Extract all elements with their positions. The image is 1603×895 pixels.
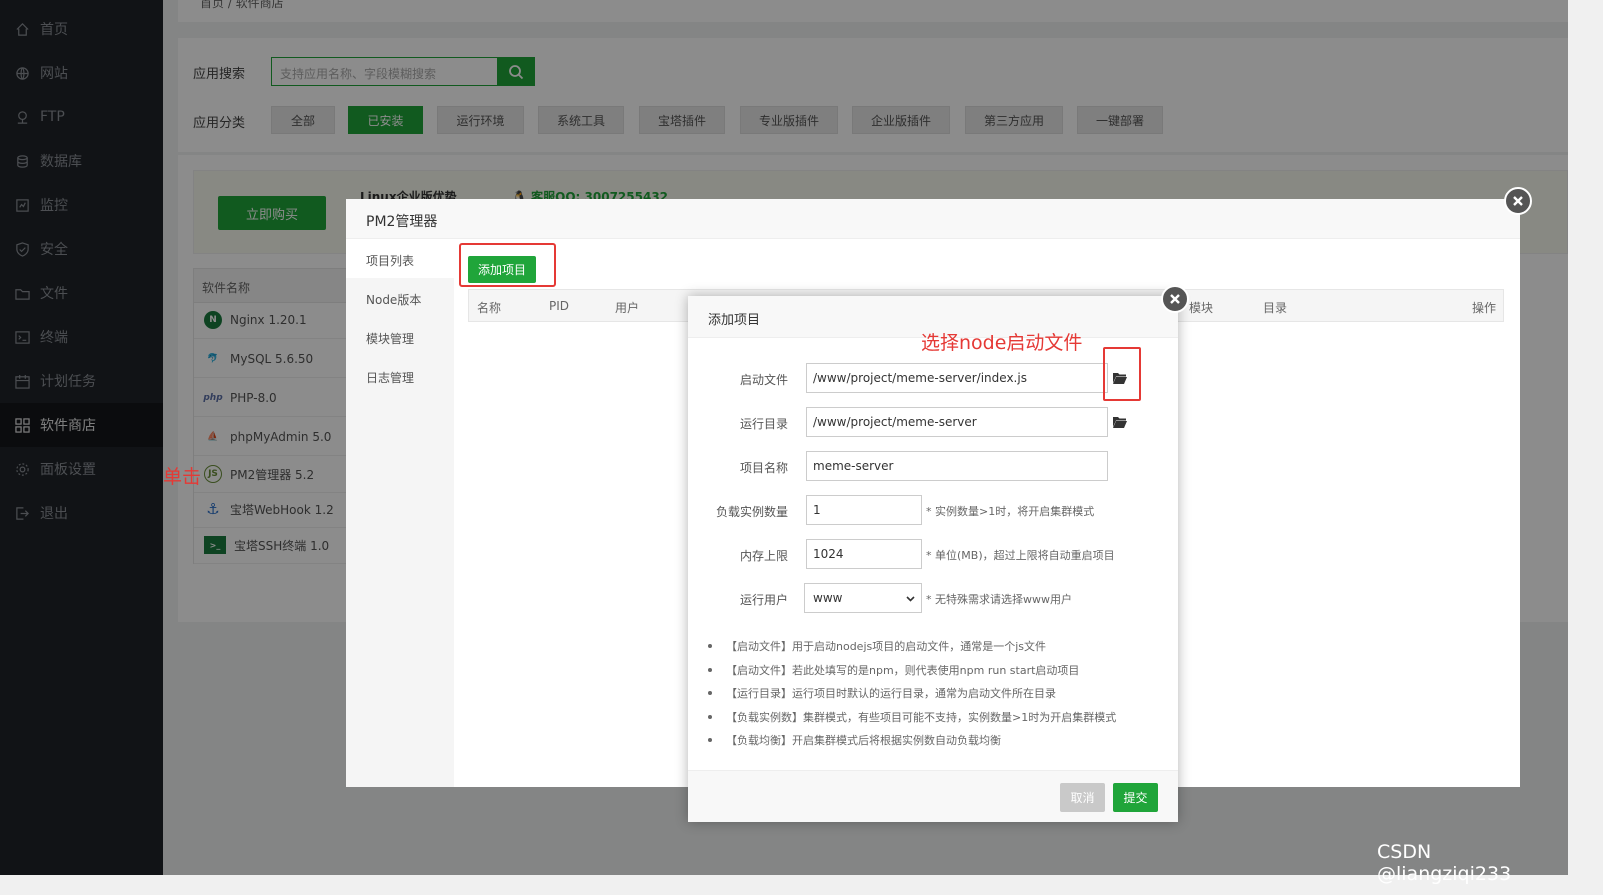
add-project-dialog: 添加项目 选择node启动文件 启动文件 /www/project/meme-s… bbox=[688, 296, 1178, 822]
column-name: 名称 bbox=[477, 301, 502, 315]
memory-input[interactable]: 1024 bbox=[806, 539, 922, 569]
chevron-down-icon bbox=[906, 596, 915, 602]
annotation-select-file: 选择node启动文件 bbox=[921, 332, 1083, 354]
tips-list: 【启动文件】用于启动nodejs项目的启动文件，通常是一个js文件 【启动文件】… bbox=[708, 638, 1168, 756]
folder-open-icon[interactable] bbox=[1112, 371, 1128, 385]
pm2-nav-project-list[interactable]: 项目列表 bbox=[346, 239, 454, 278]
run-dir-label: 运行目录 bbox=[739, 417, 788, 431]
list-item: 【启动文件】用于启动nodejs项目的启动文件，通常是一个js文件 bbox=[708, 638, 1168, 662]
user-select-value: www bbox=[813, 591, 843, 605]
user-hint: * 无特殊需求请选择www用户 bbox=[926, 593, 1072, 606]
add-project-button[interactable]: 添加项目 bbox=[468, 256, 536, 283]
cancel-button[interactable]: 取消 bbox=[1060, 783, 1105, 812]
instances-hint: * 实例数量>1时，将开启集群模式 bbox=[926, 505, 1095, 518]
column-directory: 目录 bbox=[1263, 301, 1288, 315]
add-dialog-close-button[interactable] bbox=[1161, 285, 1189, 313]
pm2-dialog-title: PM2管理器 bbox=[346, 199, 1520, 239]
submit-button[interactable]: 提交 bbox=[1113, 783, 1158, 812]
close-icon bbox=[1170, 294, 1180, 304]
run-dir-input[interactable]: /www/project/meme-server bbox=[806, 407, 1108, 437]
annotation-click: 单击 bbox=[163, 466, 202, 488]
start-file-label: 启动文件 bbox=[739, 373, 788, 387]
column-module: 模块 bbox=[1189, 301, 1214, 315]
column-pid: PID bbox=[549, 299, 570, 313]
pm2-nav: 项目列表 Node版本 模块管理 日志管理 bbox=[346, 239, 454, 787]
list-item: 【运行目录】运行项目时默认的运行目录，通常为启动文件所在目录 bbox=[708, 685, 1168, 709]
user-label: 运行用户 bbox=[739, 593, 788, 607]
pm2-nav-modules[interactable]: 模块管理 bbox=[346, 317, 454, 356]
folder-open-icon[interactable] bbox=[1112, 415, 1128, 429]
memory-hint: * 单位(MB)，超过上限将自动重启项目 bbox=[926, 549, 1115, 562]
pm2-nav-logs[interactable]: 日志管理 bbox=[346, 356, 454, 395]
project-name-input[interactable]: meme-server bbox=[806, 451, 1108, 481]
column-actions: 操作 bbox=[1472, 301, 1497, 315]
user-select[interactable]: www bbox=[804, 583, 922, 613]
instances-label: 负载实例数量 bbox=[715, 505, 788, 519]
memory-label: 内存上限 bbox=[739, 549, 788, 563]
project-name-label: 项目名称 bbox=[739, 461, 788, 475]
close-icon bbox=[1513, 196, 1523, 206]
pm2-nav-node-version[interactable]: Node版本 bbox=[346, 278, 454, 317]
list-item: 【负载实例数】集群模式，有些项目可能不支持，实例数量>1时为开启集群模式 bbox=[708, 709, 1168, 733]
pm2-close-button[interactable] bbox=[1504, 187, 1532, 215]
start-file-input[interactable]: /www/project/meme-server/index.js bbox=[806, 363, 1108, 393]
column-user: 用户 bbox=[615, 301, 640, 315]
list-item: 【负载均衡】开启集群模式后将根据实例数自动负载均衡 bbox=[708, 732, 1168, 756]
watermark: CSDN @liangziqi233 bbox=[1377, 841, 1512, 885]
list-item: 【启动文件】若此处填写的是npm，则代表使用npm run start启动项目 bbox=[708, 662, 1168, 686]
instances-input[interactable]: 1 bbox=[806, 495, 922, 525]
